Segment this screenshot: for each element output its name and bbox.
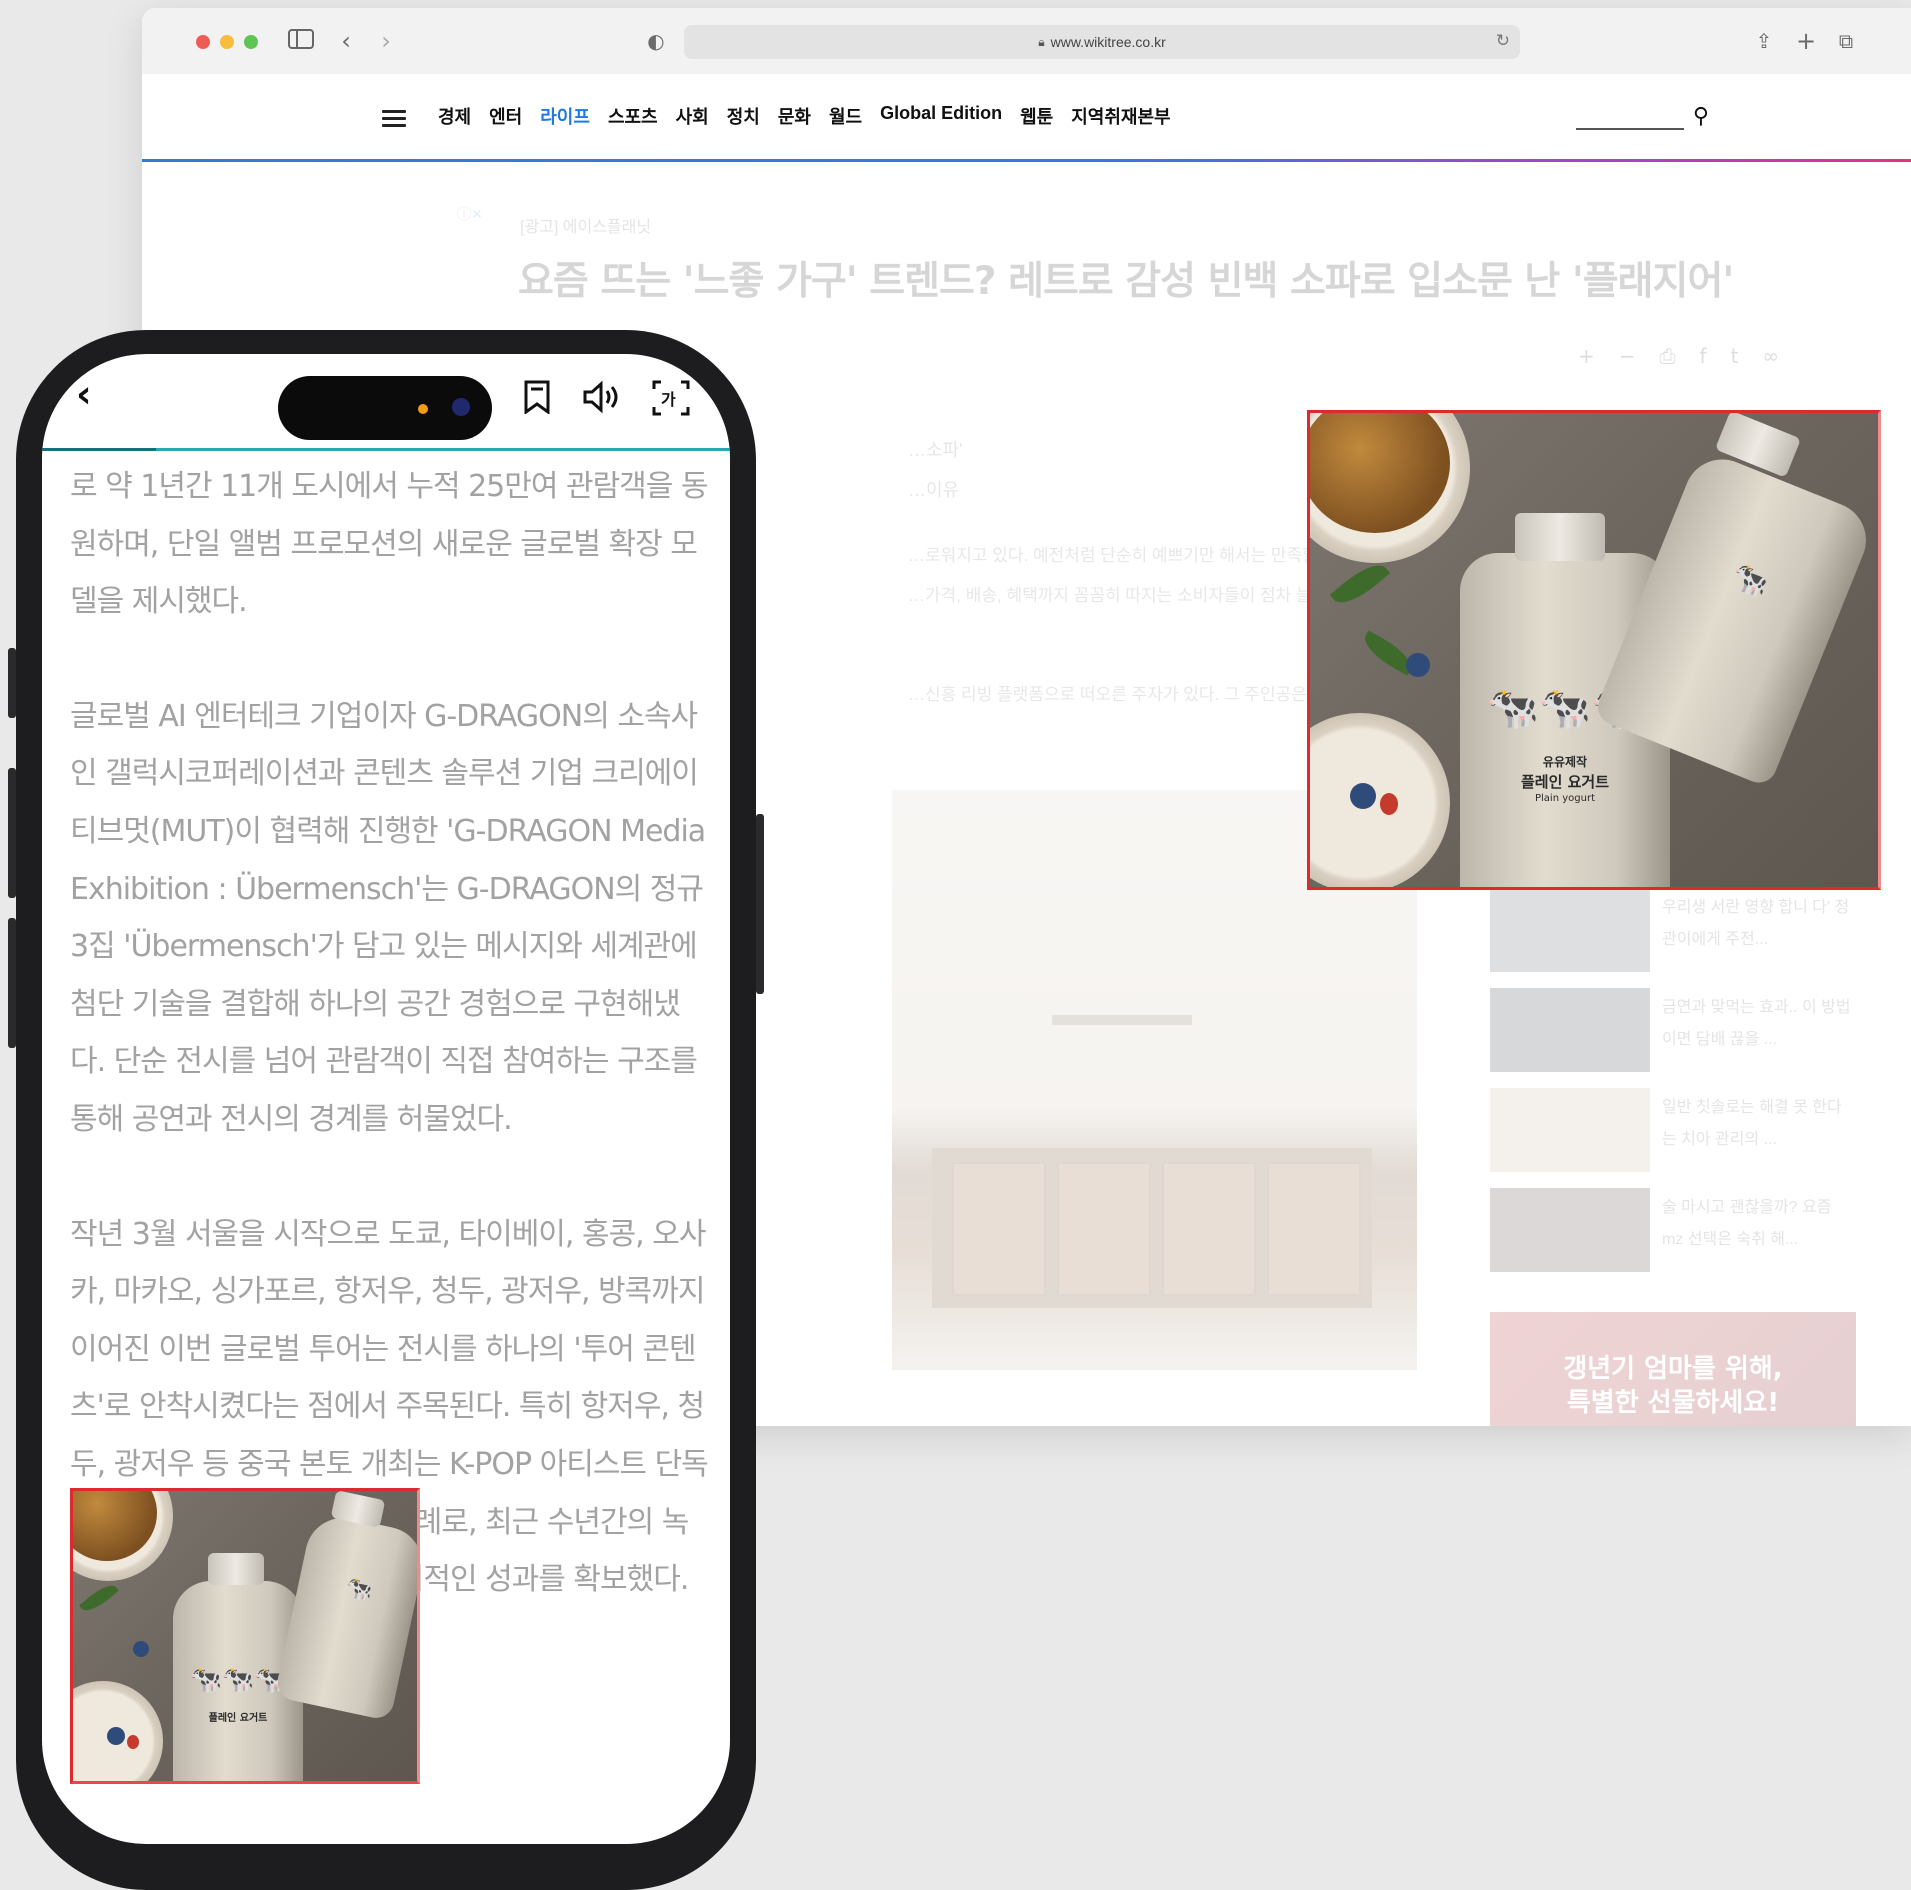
font-decrease-icon[interactable]: − [1619,344,1636,368]
bookmark-icon[interactable] [522,380,552,424]
list-item[interactable]: 일반 칫솔로는 해결 못 한다는 치아 관리의 ... [1490,1088,1855,1188]
nav-item-life[interactable]: 라이프 [540,103,590,129]
forward-icon[interactable]: › [376,26,396,56]
sidebar-ad-banner[interactable]: 갱년기 엄마를 위해, 특별한 선물하세요! [1490,1312,1856,1426]
nav-item-politics[interactable]: 정치 [727,103,760,129]
privacy-shield-icon[interactable]: ◐ [644,26,668,56]
nav-item-sports[interactable]: 스포츠 [608,103,658,129]
article-subtitles: …소파' …이유 [908,440,963,500]
minimize-window-button[interactable] [220,35,234,49]
close-window-button[interactable] [196,35,210,49]
nav-item-entertainment[interactable]: 엔터 [489,103,522,129]
site-search[interactable]: ⚲ [1576,104,1721,134]
url-text: www.wikitree.co.kr [1050,34,1166,50]
twitter-icon[interactable]: t [1731,344,1739,368]
list-item[interactable]: 술 마시고 괜찮을까? 요즘 mz 선택은 숙취 해... [1490,1188,1855,1288]
dynamic-island [278,376,492,440]
new-tab-icon[interactable]: + [1794,26,1818,56]
highlighted-product-image[interactable]: 🐄🐄🐄 유유제작 플레인 요거트 Plain yogurt 🐄 [1307,410,1881,890]
ad-choices-icon[interactable]: ⓘ✕ [457,204,483,224]
nav-item-global-edition[interactable]: Global Edition [880,103,1002,129]
nav-item-regional[interactable]: 지역취재본부 [1071,103,1170,129]
facebook-icon[interactable]: f [1700,344,1707,368]
share-toolbar: + − ⎙ f t ∞ [1578,344,1779,368]
nav-item-culture[interactable]: 문화 [778,103,811,129]
sidebar-toggle-icon[interactable] [286,26,316,56]
back-icon[interactable]: ‹ [336,26,356,56]
back-icon[interactable]: ‹ [76,372,92,416]
reading-progress-bar [42,448,730,451]
paragraph: 로 약 1년간 11개 도시에서 누적 25만여 관람객을 동원하며, 단일 앨… [70,469,709,620]
reload-icon[interactable]: ↻ [1496,31,1510,51]
link-icon[interactable]: ∞ [1762,344,1779,368]
text-to-speech-icon[interactable] [582,380,622,424]
article-text[interactable]: 로 약 1년간 11개 도시에서 누적 25만여 관람객을 동원하며, 단일 앨… [70,458,710,1666]
font-increase-icon[interactable]: + [1578,344,1595,368]
zoom-window-button[interactable] [244,35,258,49]
site-nav: 경제 엔터 라이프 스포츠 사회 정치 문화 월드 Global Edition… [142,74,1911,162]
sidebar-news-list: 우리생 서란 영향 합니 다' 정관이에게 주전... 금연과 맞먹는 효과..… [1490,888,1855,1288]
lock-icon: 🔒︎ [1038,34,1045,49]
print-icon[interactable]: ⎙ [1660,344,1676,368]
article-headline: 요즘 뜨는 '느좋 가구' 트렌드? 레트로 감성 빈백 소파로 입소문 난 '… [518,259,1734,304]
paragraph: 글로벌 AI 엔터테크 기업이자 G-DRAGON의 소속사인 갤럭시코퍼레이션… [70,698,706,1137]
nav-item-world[interactable]: 월드 [829,103,862,129]
tab-overview-icon[interactable]: ⧉ [1834,26,1858,56]
translate-icon[interactable]: 가 [652,380,690,424]
list-item[interactable]: 우리생 서란 영향 합니 다' 정관이에게 주전... [1490,888,1855,988]
share-icon[interactable]: ⇪ [1752,26,1776,56]
nav-item-webtoon[interactable]: 웹툰 [1020,103,1053,129]
nav-item-society[interactable]: 사회 [676,103,709,129]
list-item[interactable]: 금연과 맞먹는 효과.. 이 방법이면 담배 끊을 ... [1490,988,1855,1088]
yogurt-photo: 🐄🐄🐄 플레인 요거트 🐄 [73,1491,417,1781]
hamburger-menu-icon[interactable] [382,110,406,128]
yogurt-photo: 🐄🐄🐄 유유제작 플레인 요거트 Plain yogurt 🐄 [1310,413,1878,887]
nav-divider [142,159,1911,162]
search-icon[interactable]: ⚲ [1693,104,1709,129]
nav-item-economy[interactable]: 경제 [438,103,471,129]
address-bar[interactable]: 🔒︎ www.wikitree.co.kr ↻ [684,25,1520,59]
phone-floating-product-image[interactable]: 🐄🐄🐄 플레인 요거트 🐄 [70,1488,420,1784]
ad-label: [광고] 에이스플래닛 [520,219,652,236]
svg-text:가: 가 [661,390,676,409]
browser-toolbar: ‹ › ◐ 🔒︎ www.wikitree.co.kr ↻ ⇪ + ⧉ [142,8,1911,75]
